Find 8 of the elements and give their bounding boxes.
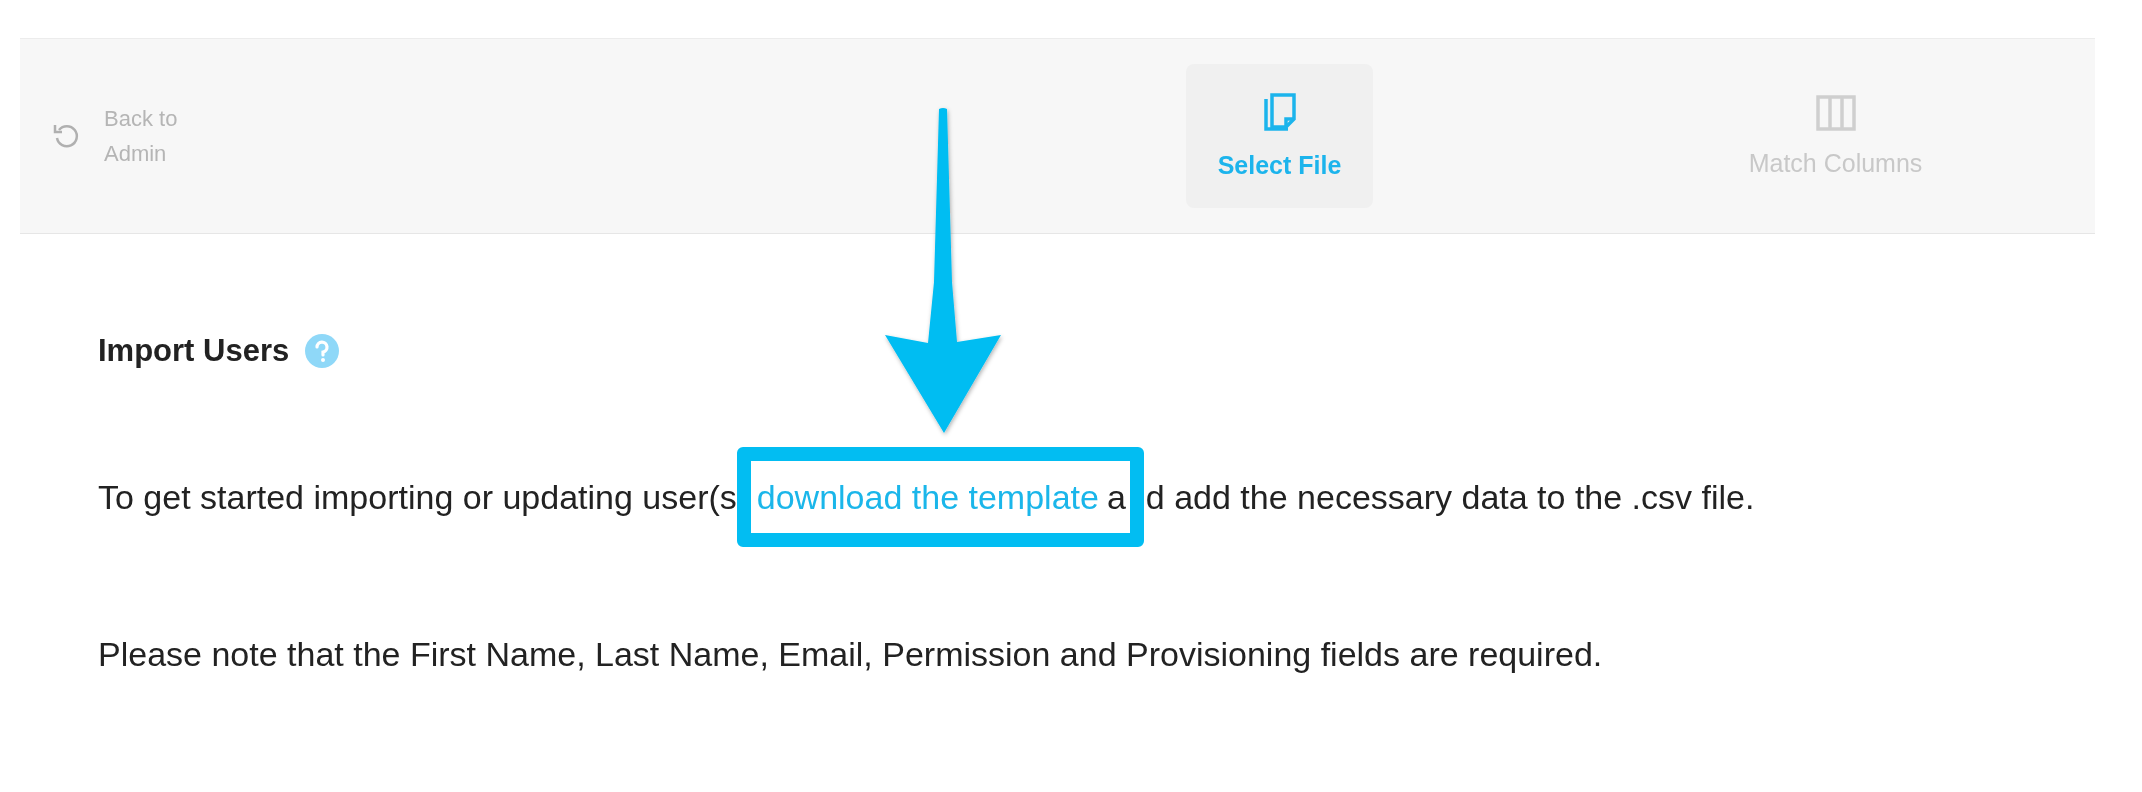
intro-text: a bbox=[1106, 477, 1126, 517]
section-title: Import Users bbox=[98, 333, 290, 369]
template-link[interactable]: download the template bbox=[756, 477, 1099, 517]
step-tab[interactable]: Select File bbox=[1186, 64, 1373, 208]
intro-text: To get started importing or updating user(s bbox=[98, 477, 737, 517]
intro-text: d add the necessary data to the .csv file. bbox=[1145, 477, 1755, 517]
note-text: Please note that the First Name, Last Name, Email, Permission and Provisioning fields are required. bbox=[98, 635, 1604, 674]
back-button[interactable]: Back to Admin bbox=[52, 101, 194, 171]
